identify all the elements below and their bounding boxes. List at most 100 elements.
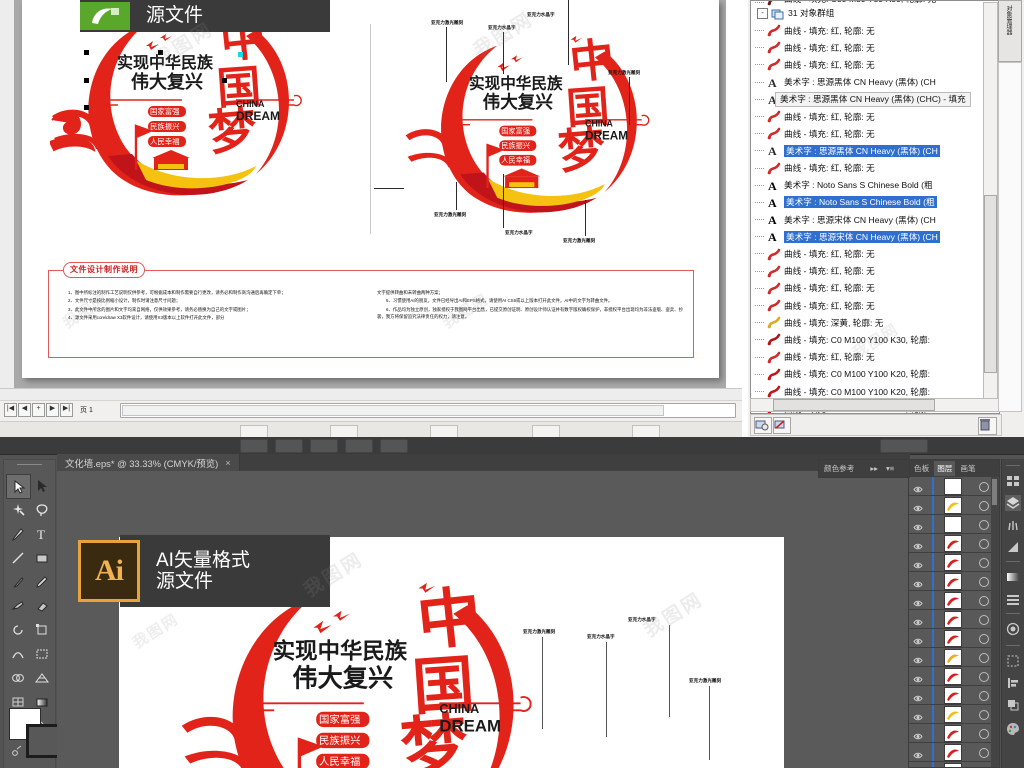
object-row[interactable]: 曲线 - 填充: 红, 轮廓: 无 [751,263,983,280]
layer-row[interactable] [909,572,999,591]
free-transform-tool[interactable] [30,642,53,665]
layer-row[interactable] [909,629,999,648]
object-list-vscrollbar[interactable] [983,2,998,408]
panel-dock-rail[interactable] [1001,459,1024,768]
eye-icon[interactable] [913,652,923,664]
selection-handle[interactable] [84,50,89,55]
panel-collapse-icon[interactable]: ▸▸ [867,462,881,475]
object-row[interactable]: 曲线 - 填充: 红, 轮廓: 无 [751,349,983,366]
illustrator-toolbar[interactable]: T [3,459,60,768]
object-list-hscrollbar[interactable] [750,398,1000,412]
object-group-row[interactable]: - 31 对象群组 [751,4,983,22]
selection-handle-active[interactable] [238,52,243,57]
layers-list[interactable] [909,477,999,767]
control-bar-group[interactable] [380,439,408,453]
eye-icon[interactable] [913,614,923,626]
object-list-container[interactable]: 曲线 - 填充: C39 M39 Y39 K39, 轮廓: 无 - 31 对象群组曲… [750,0,1000,414]
layer-row[interactable] [909,743,999,762]
artwork-right-board[interactable]: 中 国 梦 实现中华民族 伟大复兴 国家富强 民族振兴 人民幸福 CHINA D… [400,30,700,230]
selection-handle[interactable] [84,105,89,110]
object-row[interactable]: 曲线 - 填充: 红, 轮廓: 无 [751,125,983,142]
layer-row[interactable] [909,553,999,572]
eye-icon[interactable] [913,557,923,569]
tab-brushes[interactable]: 画笔 [957,461,978,476]
layer-row[interactable] [909,762,999,767]
add-page-button[interactable]: + [32,403,45,417]
next-page-button[interactable]: ▶ [46,403,59,417]
layer-target-icon[interactable] [979,672,989,682]
blob-brush-tool[interactable] [6,594,29,617]
align-left-icon[interactable] [1005,675,1021,691]
layer-target-icon[interactable] [979,501,989,511]
selection-tool[interactable] [6,474,31,499]
page-navigator[interactable]: |◀ ◀ + ▶ ▶| 页 1 [4,403,93,417]
control-bar-group[interactable] [275,439,303,453]
eye-icon[interactable] [913,728,923,740]
brushes-icon[interactable] [1005,517,1021,533]
control-bar-group[interactable] [310,439,338,453]
expander-icon[interactable]: - [757,7,768,19]
layer-target-icon[interactable] [979,729,989,739]
control-bar-group[interactable] [880,439,928,453]
object-row[interactable]: 曲线 - 填充: 深黄, 轮廓: 无 [751,314,983,331]
layer-target-icon[interactable] [979,653,989,663]
object-row[interactable]: 曲线 - 填充: 红, 轮廓: 无 [751,160,983,177]
layer-row[interactable] [909,477,999,496]
object-row[interactable]: A 美术字 : Noto Sans S Chinese Bold (粗 [751,194,983,211]
type-tool[interactable]: T [30,522,53,545]
tab-layers[interactable]: 图层 [934,461,956,476]
layer-target-icon[interactable] [979,634,989,644]
object-row[interactable]: 曲线 - 填充: 红, 轮廓: 无 [751,56,983,73]
layer-row[interactable] [909,610,999,629]
eraser-tool[interactable] [30,594,53,617]
layer-row[interactable] [909,686,999,705]
gradient-icon[interactable] [1005,569,1021,585]
eye-icon[interactable] [913,500,923,512]
rotate-tool[interactable] [6,618,29,641]
docker-tab-strip[interactable]: 对象管理器 [998,0,1022,62]
layers-scroll-thumb[interactable] [992,479,997,505]
selection-handle[interactable] [222,78,227,83]
horizontal-scrollbar[interactable] [120,403,736,418]
first-page-button[interactable]: |◀ [4,403,17,417]
layer-target-icon[interactable] [979,558,989,568]
control-bar-group[interactable] [240,439,268,453]
layers-icon[interactable] [1005,495,1021,511]
object-row[interactable]: 曲线 - 填充: C0 M100 Y100 K20, 轮廓: [751,366,983,383]
object-row[interactable]: 曲线 - 填充: 红, 轮廓: 无 [751,245,983,262]
illustrator-canvas[interactable]: 中 国 梦 实现中华民族 伟大复兴 国家富强 民族振兴 人民幸福 CHINA D… [57,471,910,768]
lasso-tool[interactable] [30,498,53,521]
object-row[interactable]: A 美术字 : Noto Sans S Chinese Bold (粗 [751,177,983,194]
pen-tool[interactable] [6,522,29,545]
coreldraw-canvas-area[interactable]: 中 国 梦 实现中华民族 伟大复兴 国家富强 民族振兴 人民幸福 CHINA D… [0,0,742,418]
object-row[interactable]: 曲线 - 填充: 红, 轮廓: 无 [751,108,983,125]
new-layer-button[interactable] [754,417,772,434]
last-page-button[interactable]: ▶| [60,403,73,417]
tab-swatches[interactable]: 色板 [911,461,932,476]
color-palette-icon[interactable] [1005,721,1021,737]
document-page[interactable]: 中 国 梦 实现中华民族 伟大复兴 国家富强 民族振兴 人民幸福 CHINA D… [22,0,719,378]
control-bar-group[interactable] [345,439,373,453]
eye-icon[interactable] [913,519,923,531]
eye-icon[interactable] [913,633,923,645]
page-label[interactable]: 页 1 [80,405,93,415]
panel-tabs[interactable]: 色板 图层 画笔 [909,460,999,477]
horizontal-scroll-thumb[interactable] [122,405,665,416]
magic-wand-tool[interactable] [6,498,29,521]
eye-icon[interactable] [913,671,923,683]
layer-row[interactable] [909,648,999,667]
toolbar-grip[interactable] [7,462,52,471]
artboard-tool[interactable] [6,762,29,768]
layer-target-icon[interactable] [979,710,989,720]
layer-target-icon[interactable] [979,539,989,549]
object-row[interactable]: A 美术字 : 思源黑体 CN Heavy (黑体) (CHC) - 填充 [751,91,983,108]
layers-scrollbar[interactable] [991,477,999,767]
slice-tool[interactable] [30,762,53,768]
object-row[interactable]: 曲线 - 填充: 红, 轮廓: 无 [751,297,983,314]
eye-icon[interactable] [913,747,923,759]
layer-target-icon[interactable] [979,615,989,625]
stroke-swatch[interactable] [26,724,60,758]
delete-button[interactable] [978,417,997,435]
panel-grid-icon[interactable] [1005,473,1021,489]
close-icon[interactable]: × [225,458,230,468]
